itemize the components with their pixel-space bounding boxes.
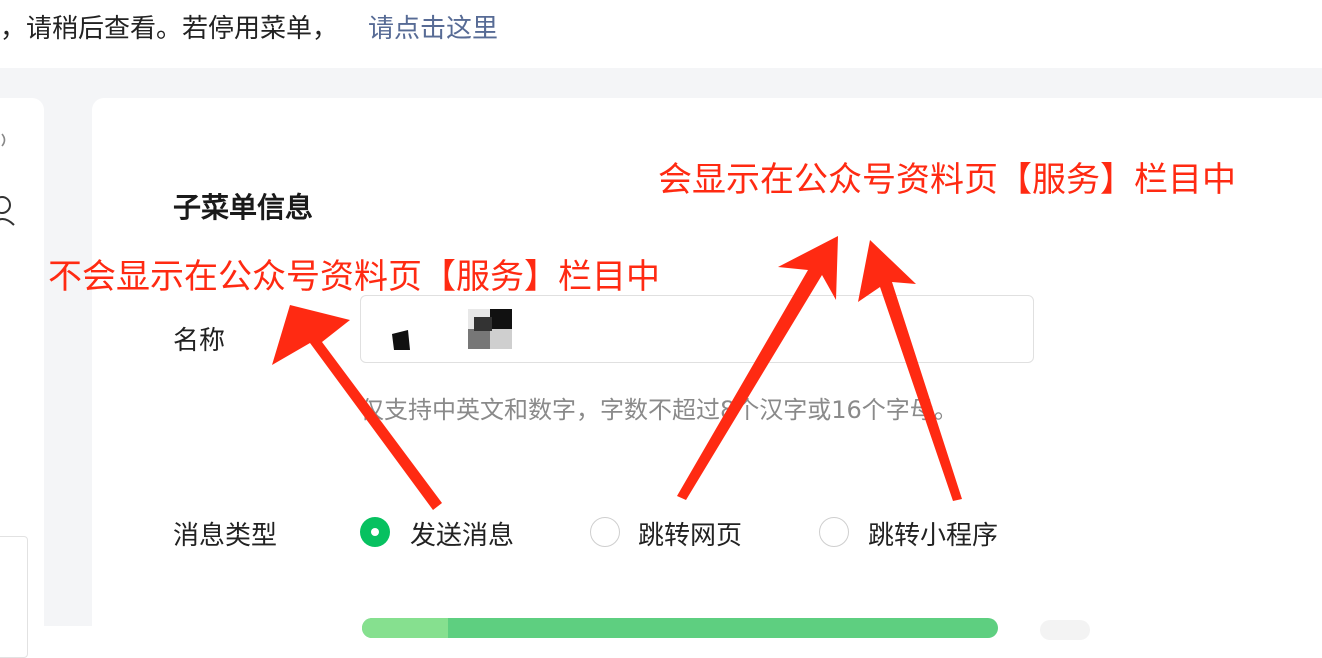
radio-label-jump-miniprogram[interactable]: 跳转小程序	[868, 515, 998, 552]
name-input[interactable]	[360, 295, 1034, 363]
radio-jump-miniprogram[interactable]	[819, 517, 849, 547]
menu-preview-item[interactable]	[0, 536, 28, 658]
radio-send-message[interactable]	[360, 517, 390, 547]
annotation-not-shown: 不会显示在公众号资料页【服务】栏目中	[48, 257, 660, 297]
user-icon	[0, 196, 15, 226]
notice-text: ，请稍后查看。若停用菜单，	[0, 14, 339, 44]
section-title: 子菜单信息	[173, 191, 314, 224]
message-content-tab-active[interactable]	[362, 618, 448, 638]
radio-label-jump-webpage[interactable]: 跳转网页	[638, 515, 742, 552]
disable-menu-link[interactable]: 请点击这里	[368, 8, 498, 45]
name-label: 名称	[173, 326, 226, 356]
radio-jump-webpage[interactable]	[590, 517, 620, 547]
name-hint: 仅支持中英文和数字，字数不超过8个汉字或16个字母。	[360, 396, 958, 424]
redacted-text	[392, 330, 410, 350]
notice-bar: ，请稍后查看。若停用菜单， 请点击这里	[0, 0, 1322, 68]
sound-icon	[1, 133, 6, 147]
extra-control[interactable]	[1040, 620, 1090, 640]
annotation-shown: 会显示在公众号资料页【服务】栏目中	[658, 160, 1236, 200]
radio-label-send-message[interactable]: 发送消息	[410, 515, 514, 552]
redacted-text	[468, 309, 512, 349]
message-type-label: 消息类型	[173, 521, 278, 551]
message-content-tabs[interactable]	[362, 618, 998, 638]
